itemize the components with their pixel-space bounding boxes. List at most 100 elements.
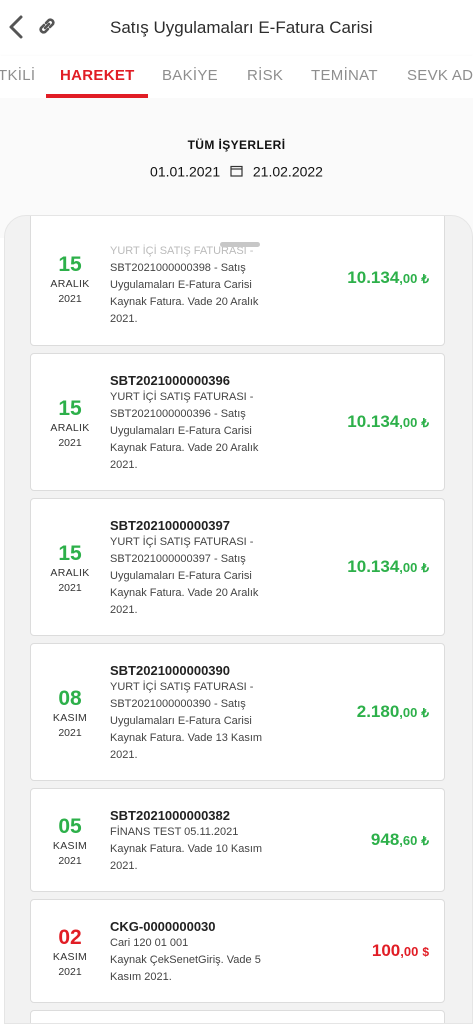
transactions-sheet[interactable]: 15 ARALIK 2021 YURT İÇİ SATIŞ FATURASI -… <box>4 215 473 1024</box>
transaction-day: 08 <box>58 687 82 710</box>
transaction-desc-line: 2021. <box>110 604 138 616</box>
transaction-desc-line: Uygulamaları E-Fatura Carisi <box>110 570 252 582</box>
tab-bakiye[interactable]: BAKİYE <box>162 67 218 84</box>
transaction-desc-line: SBT2021000000397 - Satış <box>110 553 246 565</box>
transaction-card[interactable] <box>30 1010 445 1023</box>
transaction-month: ARALIK <box>50 422 90 434</box>
transaction-card[interactable]: 02 KASIM 2021 CKG-0000000030 Cari 120 01… <box>30 899 445 1003</box>
transaction-desc-line: YURT İÇİ SATIŞ FATURASI - <box>110 391 254 403</box>
amount-integer: 10.134 <box>347 412 400 431</box>
tab-bar: TKİLİ HAREKET BAKİYE RİSK TEMİNAT SEVK A… <box>0 56 473 98</box>
transaction-desc-line: FİNANS TEST 05.11.2021 <box>110 826 239 838</box>
tab-sevk-adresi[interactable]: SEVK AD <box>407 67 473 84</box>
amount-integer: 10.134 <box>347 557 400 576</box>
amount-integer: 948 <box>370 830 400 849</box>
start-date[interactable]: 01.01.2021 <box>150 163 220 179</box>
transaction-amount: 10.134,00 ₺ <box>347 557 429 577</box>
document-number: CKG-0000000030 <box>110 919 216 934</box>
page-title: Satış Uygulamaları E-Fatura Carisi <box>110 18 373 37</box>
document-number: SBT2021000000382 <box>110 808 230 823</box>
transaction-card[interactable]: 08 KASIM 2021 SBT2021000000390 YURT İÇİ … <box>30 643 445 781</box>
transaction-desc-line: YURT İÇİ SATIŞ FATURASI - <box>110 681 254 693</box>
transaction-year: 2021 <box>58 437 82 449</box>
transaction-day: 02 <box>58 926 82 949</box>
transaction-card[interactable]: 05 KASIM 2021 SBT2021000000382 FİNANS TE… <box>30 788 445 892</box>
document-number: SBT2021000000390 <box>110 663 230 678</box>
transaction-date: 15 ARALIK 2021 <box>31 542 109 596</box>
transaction-date: 05 KASIM 2021 <box>31 815 109 869</box>
transaction-desc-line: Kaynak Fatura. Vade 20 Aralık <box>110 442 259 454</box>
amount-integer: 100 <box>371 941 401 960</box>
transaction-date: 08 KASIM 2021 <box>31 687 109 741</box>
transaction-amount: 10.134,00 ₺ <box>347 412 429 432</box>
transaction-desc-line: 2021. <box>110 313 138 325</box>
transaction-year: 2021 <box>58 582 82 594</box>
transaction-amount: 10.134,00 ₺ <box>347 268 429 288</box>
transaction-year: 2021 <box>58 293 82 305</box>
amount-decimal: ,00 <box>399 271 418 286</box>
transaction-desc-line: Kasım 2021. <box>110 971 172 983</box>
document-number: SBT2021000000397 <box>110 518 230 533</box>
transaction-desc-line: Uygulamaları E-Fatura Carisi <box>110 425 252 437</box>
tab-hareket[interactable]: HAREKET <box>60 67 135 84</box>
transaction-date: 02 KASIM 2021 <box>31 926 109 980</box>
transaction-details: SBT2021000000396 YURT İÇİ SATIŞ FATURASI… <box>110 372 290 474</box>
currency-symbol: ₺ <box>421 706 429 720</box>
calendar-icon <box>230 166 243 177</box>
transaction-desc-line: Cari 120 01 001 <box>110 937 189 949</box>
amount-decimal: ,00 <box>399 560 418 575</box>
transaction-month: ARALIK <box>50 278 90 290</box>
transaction-desc-line: Kaynak Fatura. Vade 20 Aralık <box>110 587 259 599</box>
transaction-desc-line: SBT2021000000396 - Satış <box>110 408 246 420</box>
currency-symbol: ₺ <box>421 834 429 848</box>
end-date[interactable]: 21.02.2022 <box>253 163 323 179</box>
transaction-card[interactable]: 15 ARALIK 2021 SBT2021000000397 YURT İÇİ… <box>30 498 445 636</box>
transaction-month: KASIM <box>52 840 88 852</box>
transaction-details: SBT2021000000397 YURT İÇİ SATIŞ FATURASI… <box>110 517 290 619</box>
amount-decimal: ,00 <box>399 705 418 720</box>
transaction-desc-line: YURT İÇİ SATIŞ FATURASI - <box>110 245 254 257</box>
currency-symbol: $ <box>422 945 429 959</box>
amount-integer: 10.134 <box>347 268 400 287</box>
transaction-desc-line: Kaynak Fatura. Vade 13 Kasım <box>110 732 263 744</box>
currency-symbol: ₺ <box>421 416 429 430</box>
amount-decimal: ,00 <box>400 944 419 959</box>
document-number: SBT2021000000396 <box>110 373 230 388</box>
date-range[interactable]: 01.01.2021 21.02.2022 <box>0 162 473 179</box>
transaction-day: 15 <box>58 253 82 276</box>
link-icon[interactable] <box>36 15 58 37</box>
transaction-card[interactable]: 15 ARALIK 2021 YURT İÇİ SATIŞ FATURASI -… <box>30 216 445 346</box>
transaction-desc-line: Kaynak ÇekSenetGiriş. Vade 5 <box>110 954 261 966</box>
transaction-day: 05 <box>58 815 82 838</box>
transaction-desc-line: YURT İÇİ SATIŞ FATURASI - <box>110 536 254 548</box>
transaction-desc-line: Kaynak Fatura. Vade 20 Aralık <box>110 296 259 308</box>
amount-decimal: ,60 <box>399 833 418 848</box>
back-icon[interactable] <box>6 14 28 40</box>
transaction-details: YURT İÇİ SATIŞ FATURASI - SBT20210000003… <box>110 243 290 328</box>
transaction-amount: 100,00 $ <box>372 941 429 961</box>
transaction-desc-line: 2021. <box>110 860 138 872</box>
transaction-month: KASIM <box>52 951 88 963</box>
transaction-year: 2021 <box>58 855 82 867</box>
tab-teminat[interactable]: TEMİNAT <box>311 67 378 84</box>
amount-decimal: ,00 <box>399 415 418 430</box>
transaction-desc-line: Kaynak Fatura. Vade 10 Kasım <box>110 843 263 855</box>
transaction-date: 15 ARALIK 2021 <box>31 253 109 307</box>
transaction-amount: 2.180,00 ₺ <box>357 702 429 722</box>
tab-risk[interactable]: RİSK <box>247 67 283 84</box>
transaction-details: SBT2021000000382 FİNANS TEST 05.11.2021 … <box>110 807 290 875</box>
transaction-card[interactable]: 15 ARALIK 2021 SBT2021000000396 YURT İÇİ… <box>30 353 445 491</box>
transaction-year: 2021 <box>58 966 82 978</box>
transaction-details: SBT2021000000390 YURT İÇİ SATIŞ FATURASI… <box>110 662 290 764</box>
transaction-date: 15 ARALIK 2021 <box>31 397 109 451</box>
tab-tkili[interactable]: TKİLİ <box>0 67 35 84</box>
workplace-filter[interactable]: TÜM İŞYERLERİ <box>0 138 473 152</box>
transaction-month: ARALIK <box>50 567 90 579</box>
transaction-day: 15 <box>58 542 82 565</box>
transaction-desc-line: SBT2021000000398 - Satış <box>110 262 246 274</box>
transaction-desc-line: Uygulamaları E-Fatura Carisi <box>110 279 252 291</box>
sheet-drag-handle[interactable] <box>220 242 260 247</box>
transaction-desc-line: 2021. <box>110 749 138 761</box>
transaction-month: KASIM <box>52 712 88 724</box>
amount-integer: 2.180 <box>356 702 400 721</box>
